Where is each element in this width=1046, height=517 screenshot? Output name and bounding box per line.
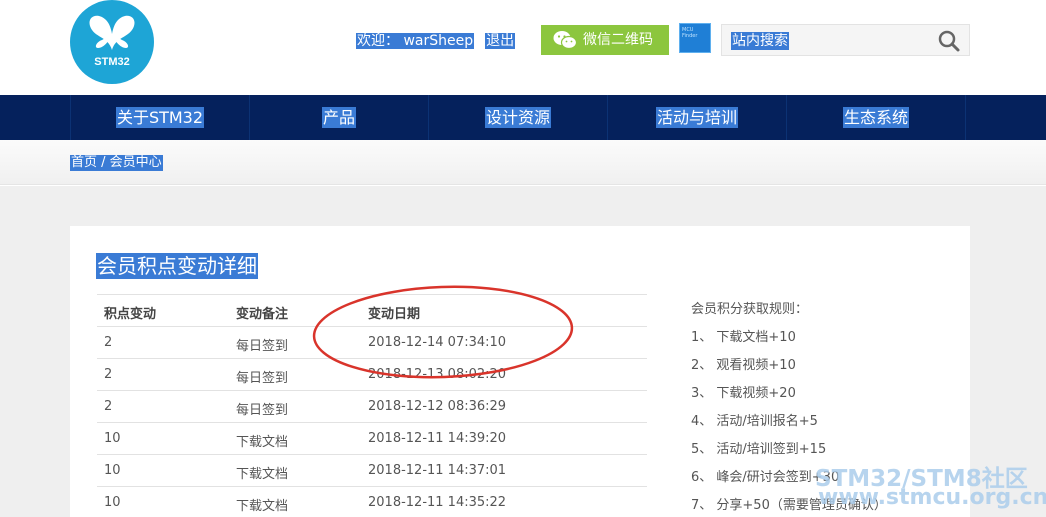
logo-text: STM32	[94, 56, 130, 68]
table-row: 10 下载文档 2018-12-11 14:39:20	[97, 422, 647, 454]
search-input[interactable]: 站内搜索	[731, 32, 789, 50]
breadcrumb[interactable]: 首页 / 会员中心	[70, 155, 163, 171]
wechat-qr-button[interactable]: 微信二维码	[541, 25, 669, 55]
table-cell: 2	[104, 367, 113, 382]
stm32-logo[interactable]: STM32	[70, 0, 154, 84]
table-row: 2 每日签到 2018-12-12 08:36:29	[97, 390, 647, 422]
column-header: 积点变动	[104, 307, 157, 322]
table-cell: 每日签到	[236, 403, 289, 418]
table-row: 10 下载文档 2018-12-11 14:35:22	[97, 486, 647, 517]
annotation-circle	[312, 285, 574, 379]
nav-item-label: 关于STM32	[115, 107, 205, 128]
table-cell: 2018-12-12 08:36:29	[368, 399, 507, 414]
table-cell: 下载文档	[236, 435, 289, 450]
logout-link[interactable]: 退出	[485, 33, 516, 49]
table-cell: 下载文档	[236, 467, 289, 482]
user-greeting: 欢迎： warSheep 退出	[356, 31, 516, 51]
table-cell: 10	[104, 431, 121, 446]
table-cell: 2018-12-11 14:39:20	[368, 431, 507, 446]
watermark-url: www.stmcu.org.cn	[818, 485, 1046, 510]
header: STM32 欢迎： warSheep 退出 微信二维码 MCU Finder 站内搜…	[0, 0, 1046, 95]
nav-divider	[965, 95, 966, 140]
wechat-icon	[553, 31, 577, 50]
search-box[interactable]: 站内搜索	[721, 24, 970, 56]
table-cell: 2	[104, 399, 113, 414]
table-cell: 10	[104, 495, 121, 510]
rule-item: 4、 活动/培训报名+5	[691, 414, 818, 429]
mcu-finder-icon[interactable]: MCU Finder	[679, 23, 711, 53]
wechat-button-label: 微信二维码	[583, 32, 653, 48]
welcome-text[interactable]: 欢迎： warSheep	[356, 33, 475, 49]
main-nav: 关于STM32 产品 设计资源 活动与培训 生态系统	[0, 95, 1046, 140]
table-cell: 2	[104, 335, 113, 350]
separator	[478, 31, 482, 47]
rule-item: 3、 下载视频+20	[691, 386, 796, 401]
column-header: 变动备注	[236, 307, 289, 322]
rule-item: 2、 观看视频+10	[691, 358, 796, 373]
nav-item-ecosystem[interactable]: 生态系统	[786, 95, 965, 140]
nav-item-label: 活动与培训	[655, 107, 738, 128]
table-cell: 每日签到	[236, 339, 289, 354]
rule-item: 1、 下载文档+10	[691, 330, 796, 345]
table-cell: 10	[104, 463, 121, 478]
nav-item-label: 生态系统	[842, 107, 909, 128]
nav-item-label: 设计资源	[484, 107, 551, 128]
nav-item-label: 产品	[321, 107, 356, 128]
breadcrumb-bar: 首页 / 会员中心	[0, 140, 1046, 185]
table-cell: 每日签到	[236, 371, 289, 386]
nav-item-design-resources[interactable]: 设计资源	[428, 95, 607, 140]
table-row: 10 下载文档 2018-12-11 14:37:01	[97, 454, 647, 486]
nav-item-about-stm32[interactable]: 关于STM32	[70, 95, 249, 140]
nav-item-products[interactable]: 产品	[249, 95, 428, 140]
rule-item: 5、 活动/培训签到+15	[691, 442, 827, 457]
rules-title: 会员积分获取规则：	[691, 302, 809, 317]
table-cell: 2018-12-11 14:37:01	[368, 463, 507, 478]
table-cell: 下载文档	[236, 499, 289, 514]
search-icon[interactable]	[937, 29, 961, 53]
page-title: 会员积点变动详细	[96, 253, 258, 279]
table-cell: 2018-12-11 14:35:22	[368, 495, 507, 510]
nav-item-events-training[interactable]: 活动与培训	[607, 95, 786, 140]
butterfly-icon	[89, 15, 135, 51]
